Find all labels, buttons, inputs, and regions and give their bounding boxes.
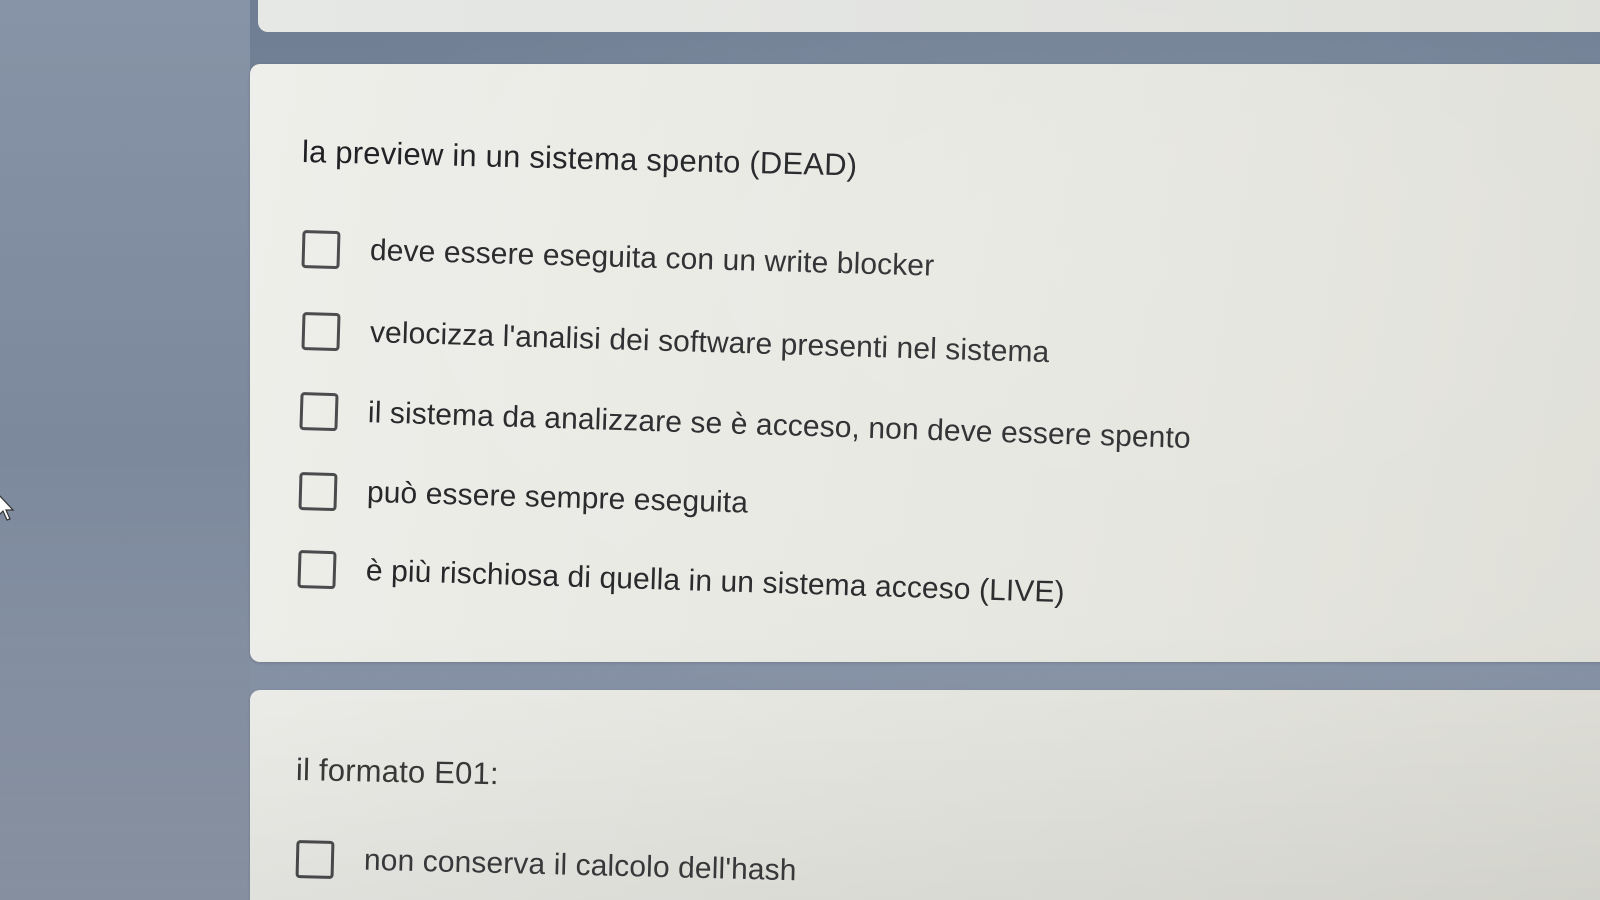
question-card: la preview in un sistema spento (DEAD) d… [250, 64, 1600, 662]
checkbox[interactable] [295, 840, 335, 879]
mouse-pointer-icon [0, 495, 15, 521]
option-label: il sistema da analizzare se è acceso, no… [367, 396, 1192, 455]
option-velocizza-analisi[interactable]: velocizza l'analisi dei software present… [301, 312, 1050, 372]
option-label: non conserva il calcolo dell'hash [363, 843, 797, 888]
question-card: il formato E01: non conserva il calcolo … [250, 690, 1600, 900]
page-background-left [0, 0, 250, 900]
question-title: il formato E01: [295, 752, 500, 792]
option-sistema-acceso[interactable]: il sistema da analizzare se è acceso, no… [299, 392, 1191, 458]
option-sempre-eseguita[interactable]: può essere sempre eseguita [298, 472, 748, 523]
option-hash[interactable]: non conserva il calcolo dell'hash [295, 840, 797, 890]
option-label: può essere sempre eseguita [366, 475, 749, 520]
checkbox[interactable] [301, 312, 341, 352]
option-label: deve essere eseguita con un write blocke… [369, 233, 935, 283]
option-label: velocizza l'analisi dei software present… [369, 316, 1050, 370]
checkbox[interactable] [299, 392, 339, 432]
previous-question-card [258, 0, 1600, 32]
question-title: la preview in un sistema spento (DEAD) [301, 134, 858, 183]
option-piu-rischiosa[interactable]: è più rischiosa di quella in un sistema … [297, 550, 1065, 612]
option-label: è più rischiosa di quella in un sistema … [365, 554, 1066, 610]
checkbox[interactable] [298, 472, 338, 512]
option-write-blocker[interactable]: deve essere eseguita con un write blocke… [301, 230, 935, 286]
checkbox[interactable] [301, 230, 341, 270]
checkbox[interactable] [297, 550, 337, 590]
